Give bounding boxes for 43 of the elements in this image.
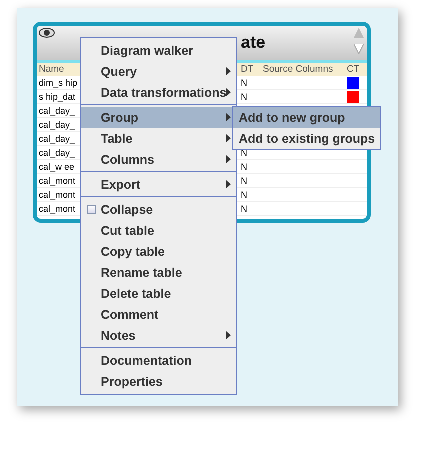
column-header: CT	[347, 64, 360, 75]
table-cell: cal_day_	[39, 106, 76, 116]
table-cell: cal_day_	[39, 148, 76, 158]
menu-item[interactable]: Delete table	[81, 283, 236, 304]
menu-item[interactable]: Diagram walker	[81, 40, 236, 61]
table-title: ate	[241, 33, 266, 53]
table-cell: cal_mont	[39, 204, 76, 214]
column-header: Name	[39, 64, 64, 75]
menu-item[interactable]: Copy table	[81, 241, 236, 262]
menu-item[interactable]: Documentation	[81, 350, 236, 371]
table-cell: cal_day_	[39, 120, 76, 130]
eye-icon[interactable]	[39, 28, 55, 38]
table-cell: N	[241, 78, 248, 88]
column-header: DT	[241, 64, 254, 75]
table-cell: N	[241, 190, 248, 200]
menu-item[interactable]: Columns	[81, 149, 236, 170]
menu-item[interactable]: Add to existing groups	[233, 128, 380, 149]
checkbox[interactable]	[87, 205, 96, 214]
table-cell: cal_day_	[39, 134, 76, 144]
menu-item[interactable]: Table	[81, 128, 236, 149]
menu-item[interactable]: Rename table	[81, 262, 236, 283]
table-cell: N	[241, 204, 248, 214]
scroll-up-icon[interactable]	[354, 28, 364, 38]
menu-item[interactable]: Data transformations	[81, 82, 236, 103]
menu-item[interactable]: Comment	[81, 304, 236, 325]
table-cell: s hip_dat	[39, 92, 76, 102]
column-header: Source Columns	[263, 64, 334, 75]
table-cell: cal_mont	[39, 176, 76, 186]
table-cell: dim_s hip	[39, 78, 78, 88]
menu-item[interactable]: Cut table	[81, 220, 236, 241]
table-cell: N	[241, 148, 248, 158]
table-cell: cal_w ee	[39, 162, 75, 172]
menu-item[interactable]: Add to new group	[233, 107, 380, 128]
table-cell: N	[241, 162, 248, 172]
menu-item[interactable]: Export	[81, 174, 236, 195]
menu-item[interactable]: Collapse	[81, 199, 236, 220]
menu-item[interactable]: Notes	[81, 325, 236, 346]
table-cell: N	[241, 92, 248, 102]
scroll-down-icon[interactable]	[354, 44, 364, 54]
table-cell: cal_mont	[39, 190, 76, 200]
menu-item[interactable]: Properties	[81, 371, 236, 392]
table-cell: N	[241, 176, 248, 186]
menu-item[interactable]: Query	[81, 61, 236, 82]
